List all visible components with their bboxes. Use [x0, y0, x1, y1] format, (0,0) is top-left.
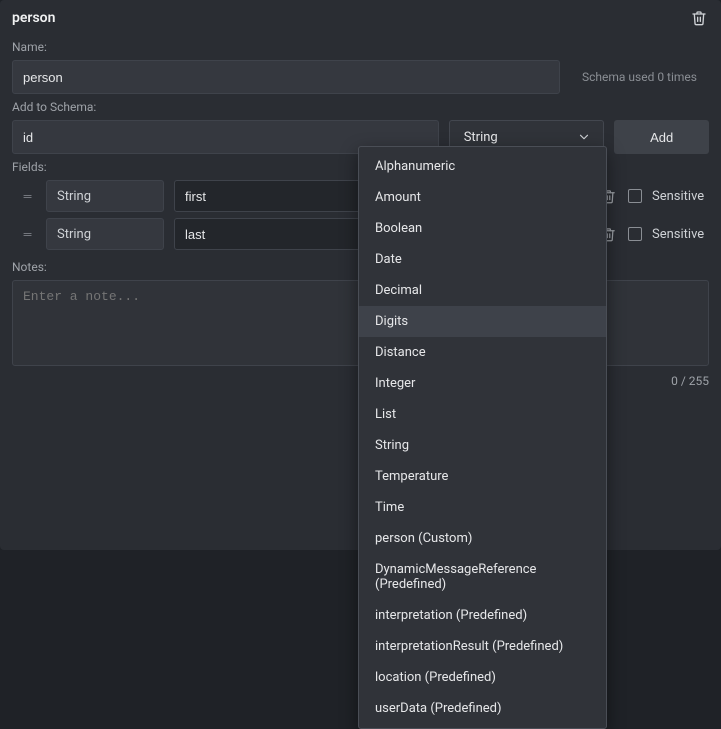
dropdown-item[interactable]: Digits	[359, 306, 606, 337]
dropdown-item[interactable]: Alphanumeric	[359, 151, 606, 182]
add-button[interactable]: Add	[614, 120, 709, 154]
field-type[interactable]: String	[46, 218, 164, 250]
drag-handle-icon[interactable]: ═	[20, 190, 36, 203]
schema-editor-panel: person Name: Schema used 0 times Add to …	[0, 0, 721, 550]
type-dropdown[interactable]: AlphanumericAmountBooleanDateDecimalDigi…	[358, 146, 607, 729]
delete-schema-button[interactable]	[689, 8, 709, 28]
field-type-label: String	[57, 227, 91, 242]
dropdown-item[interactable]: Decimal	[359, 275, 606, 306]
dropdown-item[interactable]: userData (Predefined)	[359, 693, 606, 724]
name-row: Schema used 0 times	[12, 60, 709, 94]
dropdown-item[interactable]: interpretation (Predefined)	[359, 600, 606, 631]
dropdown-item[interactable]: Integer	[359, 368, 606, 399]
name-label: Name:	[12, 40, 709, 54]
sensitive-checkbox[interactable]	[628, 189, 642, 203]
sensitive-label: Sensitive	[652, 189, 704, 204]
panel-title: person	[12, 10, 55, 26]
dropdown-item[interactable]: Time	[359, 492, 606, 523]
sensitive-checkbox[interactable]	[628, 227, 642, 241]
sensitive-label: Sensitive	[652, 227, 704, 242]
dropdown-item[interactable]: DynamicMessageReference (Predefined)	[359, 554, 606, 600]
dropdown-item[interactable]: Distance	[359, 337, 606, 368]
dropdown-item[interactable]: interpretationResult (Predefined)	[359, 631, 606, 662]
dropdown-item[interactable]: Temperature	[359, 461, 606, 492]
trash-icon	[691, 10, 707, 26]
chevron-down-icon	[577, 130, 591, 144]
dropdown-item[interactable]: Boolean	[359, 213, 606, 244]
add-field-type-value: String	[464, 130, 498, 145]
schema-name-input[interactable]	[12, 60, 560, 94]
add-to-schema-label: Add to Schema:	[12, 100, 709, 114]
field-type-label: String	[57, 189, 91, 204]
schema-usage-text: Schema used 0 times	[570, 70, 709, 84]
dropdown-item[interactable]: String	[359, 430, 606, 461]
dropdown-item[interactable]: Date	[359, 244, 606, 275]
dropdown-item[interactable]: List	[359, 399, 606, 430]
drag-handle-icon[interactable]: ═	[20, 228, 36, 241]
dropdown-item[interactable]: Amount	[359, 182, 606, 213]
field-type[interactable]: String	[46, 180, 164, 212]
dropdown-item[interactable]: person (Custom)	[359, 523, 606, 554]
panel-header: person	[12, 0, 709, 34]
dropdown-item[interactable]: location (Predefined)	[359, 662, 606, 693]
